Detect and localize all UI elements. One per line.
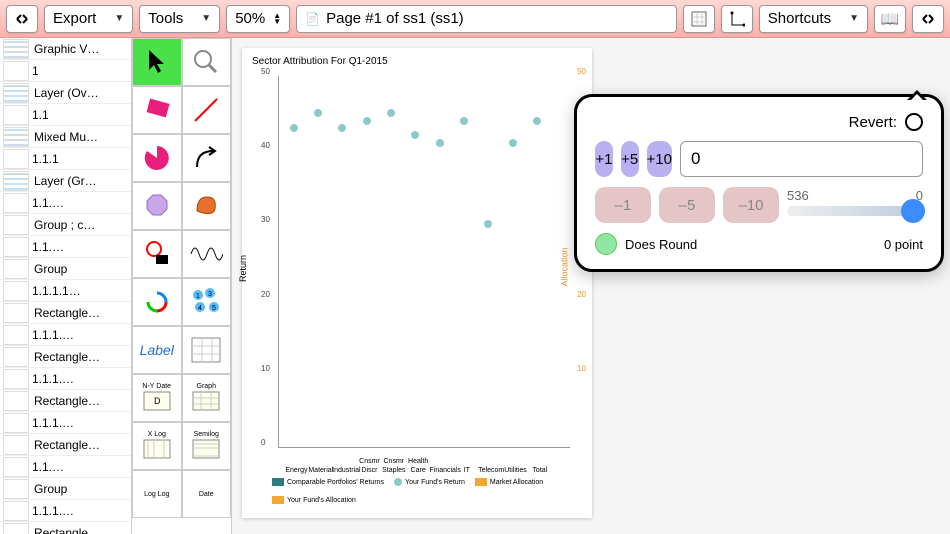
chart-legend: Comparable Portfolios' Returns Your Fund… bbox=[272, 478, 576, 504]
svg-text:3: 3 bbox=[208, 291, 212, 298]
nav-prev-button[interactable] bbox=[6, 5, 38, 33]
y-axis-label: Return bbox=[238, 255, 248, 282]
book-button[interactable]: 📖 bbox=[874, 5, 906, 33]
layer-row[interactable]: Layer (Ov… bbox=[0, 82, 131, 104]
layer-row[interactable]: 1.1.1.… bbox=[0, 412, 131, 434]
layer-thumb bbox=[3, 479, 29, 499]
layer-row[interactable]: Rectangle… bbox=[0, 302, 131, 324]
layer-thumb bbox=[3, 523, 29, 534]
minus-5-button[interactable]: –5 bbox=[659, 187, 715, 223]
rectangle-tool[interactable] bbox=[132, 86, 182, 134]
loglog-tool[interactable]: Log Log bbox=[132, 470, 182, 518]
layer-row[interactable]: 1.1.… bbox=[0, 192, 131, 214]
value-input[interactable] bbox=[680, 141, 923, 177]
shortcuts-menu[interactable]: Shortcuts▼ bbox=[759, 5, 868, 33]
zoom-tool[interactable] bbox=[182, 38, 232, 86]
page-field[interactable]: 📄Page #1 of ss1 (ss1) bbox=[296, 5, 677, 33]
scatter-tool[interactable]: 1 34 5 bbox=[182, 278, 232, 326]
book-icon: 📖 bbox=[881, 10, 900, 28]
svg-text:5: 5 bbox=[212, 305, 216, 312]
layer-row[interactable]: 1.1.1.… bbox=[0, 500, 131, 522]
export-menu[interactable]: Export▼ bbox=[44, 5, 133, 33]
svg-text:1: 1 bbox=[196, 293, 200, 300]
minus-10-button[interactable]: –10 bbox=[723, 187, 779, 223]
layer-thumb bbox=[3, 347, 29, 367]
pointer-tool[interactable] bbox=[132, 38, 182, 86]
layer-row[interactable]: 1.1.1 bbox=[0, 148, 131, 170]
tool-palette: 1 34 5 Label N-Y DateD Graph X Log Semilog… bbox=[132, 38, 232, 534]
chart: Sector Attribution For Q1-2015 Return Al… bbox=[252, 56, 586, 508]
revert-button[interactable] bbox=[905, 113, 923, 131]
label-tool[interactable]: Label bbox=[132, 326, 182, 374]
plus-5-button[interactable]: +5 bbox=[621, 141, 639, 177]
value-slider[interactable]: 536 0 bbox=[787, 192, 923, 218]
document-page[interactable]: Sector Attribution For Q1-2015 Return Al… bbox=[242, 48, 592, 518]
layer-thumb bbox=[3, 171, 29, 191]
value-popover: Revert: +1 +5 +10 –1 –5 –10 536 0 bbox=[574, 94, 944, 272]
canvas[interactable]: Sector Attribution For Q1-2015 Return Al… bbox=[232, 38, 950, 534]
octagon-tool[interactable] bbox=[132, 182, 182, 230]
layer-row[interactable]: 1.1.1.1… bbox=[0, 280, 131, 302]
chart-axes: Allocation 010203040501020304050Energy M… bbox=[278, 76, 570, 448]
layer-thumb bbox=[3, 303, 29, 323]
layer-thumb bbox=[3, 83, 29, 103]
layer-row[interactable]: Rectangle… bbox=[0, 390, 131, 412]
layer-thumb bbox=[3, 435, 29, 455]
table-tool[interactable] bbox=[182, 326, 232, 374]
nav-next-button[interactable] bbox=[912, 5, 944, 33]
tools-menu[interactable]: Tools▼ bbox=[139, 5, 220, 33]
layer-thumb bbox=[3, 259, 29, 279]
layer-row[interactable]: 1.1 bbox=[0, 104, 131, 126]
zoom-select[interactable]: 50%▲▼ bbox=[226, 5, 290, 33]
layer-row[interactable]: 1.1.… bbox=[0, 236, 131, 258]
svg-text:D: D bbox=[154, 396, 161, 406]
wave-tool[interactable] bbox=[182, 230, 232, 278]
layer-row[interactable]: 1 bbox=[0, 60, 131, 82]
layer-row[interactable]: Rectangle bbox=[0, 522, 131, 534]
blob-tool[interactable] bbox=[182, 182, 232, 230]
ny-date-tool[interactable]: N-Y DateD bbox=[132, 374, 182, 422]
does-round-toggle[interactable] bbox=[595, 233, 617, 255]
svg-text:4: 4 bbox=[198, 305, 202, 312]
semilog-tool[interactable]: Semilog bbox=[182, 422, 232, 470]
arrow-tool[interactable] bbox=[182, 134, 232, 182]
revert-label: Revert: bbox=[849, 114, 897, 131]
chart-title: Sector Attribution For Q1-2015 bbox=[252, 56, 586, 67]
axis-button[interactable] bbox=[721, 5, 753, 33]
layer-row[interactable]: Group bbox=[0, 258, 131, 280]
pie-tool[interactable] bbox=[132, 134, 182, 182]
graph-tool[interactable]: Graph bbox=[182, 374, 232, 422]
layer-row[interactable]: Group bbox=[0, 478, 131, 500]
minus-1-button[interactable]: –1 bbox=[595, 187, 651, 223]
layer-row[interactable]: Mixed Mu… bbox=[0, 126, 131, 148]
line-tool[interactable] bbox=[182, 86, 232, 134]
plus-10-button[interactable]: +10 bbox=[647, 141, 672, 177]
does-round-label: Does Round bbox=[625, 237, 697, 252]
grid-button[interactable] bbox=[683, 5, 715, 33]
layer-row[interactable]: Graphic V… bbox=[0, 38, 131, 60]
layer-thumb bbox=[3, 391, 29, 411]
layer-thumb bbox=[3, 215, 29, 235]
unit-label: 0 point bbox=[884, 237, 923, 252]
swirl-tool[interactable] bbox=[132, 278, 182, 326]
layer-row[interactable]: Layer (Gr… bbox=[0, 170, 131, 192]
xlog-tool[interactable]: X Log bbox=[132, 422, 182, 470]
layer-row[interactable]: 1.1.1.… bbox=[0, 324, 131, 346]
circle-tool[interactable] bbox=[132, 230, 182, 278]
layer-thumb bbox=[3, 39, 29, 59]
layers-panel: Graphic V… 1 Layer (Ov… 1.1 Mixed Mu… 1.… bbox=[0, 38, 132, 534]
y2-axis-label: Allocation bbox=[559, 247, 569, 286]
layer-row[interactable]: Group ; c… bbox=[0, 214, 131, 236]
date-tool[interactable]: Date bbox=[182, 470, 232, 518]
plus-1-button[interactable]: +1 bbox=[595, 141, 613, 177]
toolbar: Export▼ Tools▼ 50%▲▼ 📄Page #1 of ss1 (ss… bbox=[0, 0, 950, 38]
layer-row[interactable]: 1.1.1.… bbox=[0, 368, 131, 390]
layer-row[interactable]: 1.1.… bbox=[0, 456, 131, 478]
document-icon: 📄 bbox=[305, 12, 320, 26]
layer-row[interactable]: Rectangle… bbox=[0, 434, 131, 456]
layer-thumb bbox=[3, 127, 29, 147]
layer-row[interactable]: Rectangle… bbox=[0, 346, 131, 368]
